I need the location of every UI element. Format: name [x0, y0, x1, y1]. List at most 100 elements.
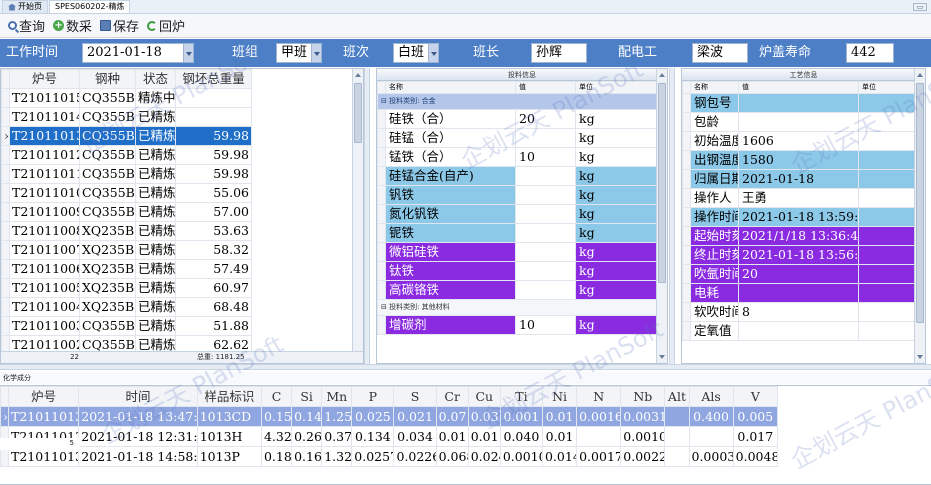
table-row[interactable]: T21011008XQ235B2已精炼53.63: [1, 221, 252, 241]
process-value-input[interactable]: 8: [738, 302, 859, 322]
process-row[interactable]: 归属日期2021-01-18: [682, 169, 916, 189]
process-row[interactable]: 电耗: [682, 283, 916, 303]
ingredient-row[interactable]: 钛铁 kg: [377, 261, 658, 281]
work-time-field[interactable]: 2021-01-18: [82, 43, 194, 63]
ingredient-value-input[interactable]: 20: [515, 109, 576, 129]
process-value-input[interactable]: [738, 283, 859, 303]
scroll-up-icon[interactable]: [659, 73, 665, 77]
column-header[interactable]: S: [393, 386, 437, 407]
process-value-input[interactable]: 2021/1/18 13:36:47: [738, 226, 859, 246]
window-restore-button[interactable]: ▭: [913, 3, 927, 11]
query-button[interactable]: 查询: [6, 16, 47, 35]
table-row[interactable]: T21011003CQ355B2已精炼51.88: [1, 316, 252, 336]
splitter[interactable]: [0, 364, 931, 370]
process-row[interactable]: 钢包号: [682, 93, 916, 113]
column-header[interactable]: Cr: [435, 386, 469, 407]
ingredient-value-input[interactable]: [515, 185, 576, 205]
ingredient-row[interactable]: 硅铁（合） 20 kg: [377, 109, 658, 129]
column-header[interactable]: Si: [291, 386, 323, 407]
table-row[interactable]: T21011006XQ235B2已精炼57.49: [1, 259, 252, 279]
process-row[interactable]: 操作人 王勇: [682, 188, 916, 208]
ingredient-value-input[interactable]: [515, 242, 576, 262]
ingredient-value-input[interactable]: 10: [515, 147, 576, 167]
process-row[interactable]: 初始温度1606: [682, 131, 916, 151]
category-row-alloy[interactable]: ⊟ 投料类别: 合金: [377, 93, 658, 110]
back-button[interactable]: 回炉: [145, 16, 187, 35]
process-value-input[interactable]: 2021-01-18: [738, 169, 859, 189]
table-row[interactable]: T210110132021-01-18 14:58:051013P0.1820.…: [0, 446, 779, 467]
ingredient-value-input[interactable]: [515, 280, 576, 300]
collapse-icon[interactable]: ⊟: [381, 97, 389, 105]
splitter[interactable]: [669, 68, 675, 364]
ingredient-scrollbar[interactable]: [656, 69, 667, 363]
process-row[interactable]: 起始时刻2021/1/18 13:36:47: [682, 226, 916, 246]
column-header[interactable]: 时间: [78, 386, 198, 407]
column-header[interactable]: V: [732, 386, 779, 407]
ingredient-row[interactable]: 高碳铬铁 kg: [377, 280, 658, 300]
process-value-input[interactable]: 王勇: [738, 188, 859, 208]
lid-life-field[interactable]: 442: [846, 43, 894, 63]
column-header[interactable]: 名称: [385, 81, 516, 94]
table-row[interactable]: T21011007XQ235B2已精炼58.32: [1, 240, 252, 260]
process-value-input[interactable]: [738, 93, 859, 113]
column-header[interactable]: 炉号: [9, 69, 80, 89]
foreman-field[interactable]: 孙辉: [531, 43, 587, 63]
column-header[interactable]: 炉号: [8, 386, 80, 407]
process-row[interactable]: 吹氩时间20: [682, 264, 916, 284]
ingredient-row[interactable]: 锰铁（合） 10 kg: [377, 147, 658, 167]
ingredient-row[interactable]: 增碳剂 10 kg: [377, 315, 658, 335]
table-row[interactable]: T21011004XQ235B2已精炼68.48: [1, 297, 252, 317]
column-header[interactable]: 样品标识: [196, 386, 262, 407]
tab-start-page[interactable]: 开始页: [2, 0, 48, 13]
column-header[interactable]: Ti: [499, 386, 543, 407]
scroll-up-icon[interactable]: [355, 73, 361, 77]
process-value-input[interactable]: [738, 112, 859, 132]
heat-list-scrollbar[interactable]: [352, 69, 363, 363]
ingredient-value-input[interactable]: [515, 223, 576, 243]
scrollbar-thumb[interactable]: [916, 83, 924, 323]
process-row[interactable]: 终止时刻2021-01-18 13:56:47: [682, 245, 916, 265]
ingredient-row[interactable]: 硅锰（合） kg: [377, 128, 658, 148]
scrollbar-thumb[interactable]: [658, 83, 666, 283]
table-row[interactable]: T21011014CQ355B2已精炼: [1, 107, 252, 127]
process-value-input[interactable]: 1606: [738, 131, 859, 151]
save-button[interactable]: 保存: [98, 16, 141, 35]
process-row[interactable]: 出钢温度1580: [682, 150, 916, 170]
chevron-down-icon[interactable]: [183, 44, 193, 62]
process-value-input[interactable]: 1580: [738, 150, 859, 170]
ingredient-value-input[interactable]: [515, 261, 576, 281]
table-row[interactable]: ›T210110132021-01-18 13:47:481013CD0.150…: [0, 406, 779, 427]
column-header[interactable]: 单位: [575, 81, 658, 94]
column-header[interactable]: 单位: [858, 81, 916, 94]
category-row-other[interactable]: ⊟ 投料类别: 其他材料: [377, 299, 658, 316]
process-row[interactable]: 操作时间2021-01-18 13:59:46: [682, 207, 916, 227]
process-value-input[interactable]: 20: [738, 264, 859, 284]
table-row[interactable]: T21011005XQ235B2已精炼60.97: [1, 278, 252, 298]
ingredient-row[interactable]: 氮化钒铁 kg: [377, 204, 658, 224]
team-select[interactable]: 甲班: [276, 43, 322, 63]
process-scrollbar[interactable]: [914, 69, 925, 363]
column-header[interactable]: Cu: [467, 386, 501, 407]
process-value-input[interactable]: [738, 321, 859, 341]
column-header[interactable]: C: [260, 386, 293, 407]
process-row[interactable]: 定氧值: [682, 321, 916, 341]
ingredient-row[interactable]: 硅锰合金(自产) kg: [377, 166, 658, 186]
column-header[interactable]: Ni: [541, 386, 578, 407]
shift-select[interactable]: 白班: [393, 43, 439, 63]
ingredient-value-input[interactable]: [515, 166, 576, 186]
table-row[interactable]: T21011015CQ355B2精炼中: [1, 88, 252, 108]
ingredient-row[interactable]: 微铝硅铁 kg: [377, 242, 658, 262]
column-header[interactable]: Nb: [620, 386, 666, 407]
column-header[interactable]: Als: [688, 386, 734, 407]
add-button[interactable]: + 数采: [51, 16, 94, 35]
process-row[interactable]: 包龄: [682, 112, 916, 132]
column-header[interactable]: 状态: [135, 69, 176, 89]
electrician-field[interactable]: 梁波: [692, 43, 748, 63]
process-value-input[interactable]: 2021-01-18 13:56:47: [738, 245, 859, 265]
scrollbar-thumb[interactable]: [354, 83, 362, 143]
tab-refining[interactable]: SPES060202-精炼: [49, 0, 131, 13]
ingredient-value-input[interactable]: [515, 128, 576, 148]
column-header[interactable]: 钢坯总重量: [175, 69, 252, 89]
scroll-down-icon[interactable]: [917, 355, 923, 359]
column-header[interactable]: 钢种: [79, 69, 136, 89]
